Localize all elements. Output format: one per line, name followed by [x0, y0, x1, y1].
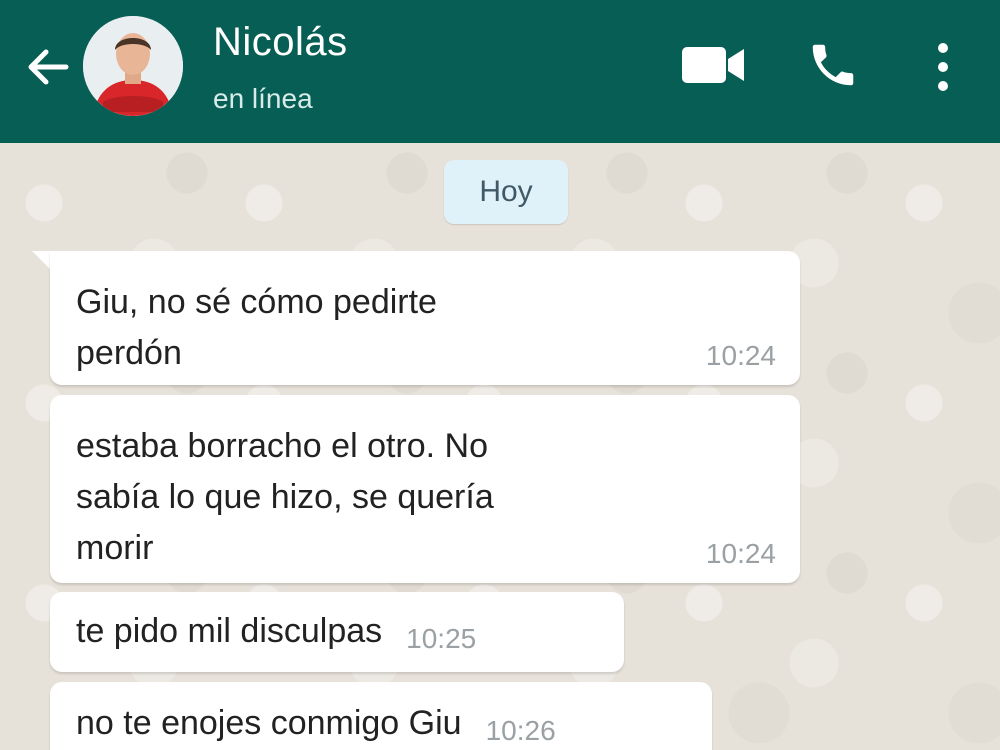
message-bubble[interactable]: estaba borracho el otro. No sabía lo que…	[50, 395, 800, 583]
contact-status: en línea	[213, 83, 313, 114]
message-time: 10:24	[705, 538, 776, 569]
video-call-icon	[682, 47, 744, 83]
contact-name[interactable]: Nicolás	[213, 20, 348, 65]
chat-screen: Nicolás en línea Hoy Giu, no sé cómo ped…	[0, 0, 1000, 750]
video-call-button[interactable]	[680, 44, 746, 86]
message-time: 10:25	[406, 623, 477, 654]
more-options-button[interactable]	[930, 40, 956, 94]
arrow-left-icon	[28, 49, 69, 85]
message-bubble[interactable]: te pido mil disculpas 10:25	[50, 592, 624, 672]
message-text: Giu, no sé cómo pedirte perdón	[76, 283, 437, 372]
back-button[interactable]	[22, 42, 72, 92]
message-time: 10:24	[705, 340, 776, 371]
date-divider: Hoy	[444, 160, 568, 224]
voice-call-button[interactable]	[806, 38, 860, 92]
message-text: no te enojes conmigo Giu	[76, 704, 462, 742]
message-text: te pido mil disculpas	[76, 612, 383, 650]
phone-icon	[812, 44, 854, 86]
chat-header: Nicolás en línea	[0, 0, 1000, 143]
message-bubble[interactable]: Giu, no sé cómo pedirte perdón 10:24	[50, 251, 800, 385]
more-vert-icon	[938, 43, 948, 91]
message-text: estaba borracho el otro. No sabía lo que…	[76, 427, 494, 567]
avatar[interactable]	[83, 16, 183, 116]
message-bubble[interactable]: no te enojes conmigo Giu 10:26	[50, 682, 712, 750]
message-time: 10:26	[485, 715, 556, 746]
